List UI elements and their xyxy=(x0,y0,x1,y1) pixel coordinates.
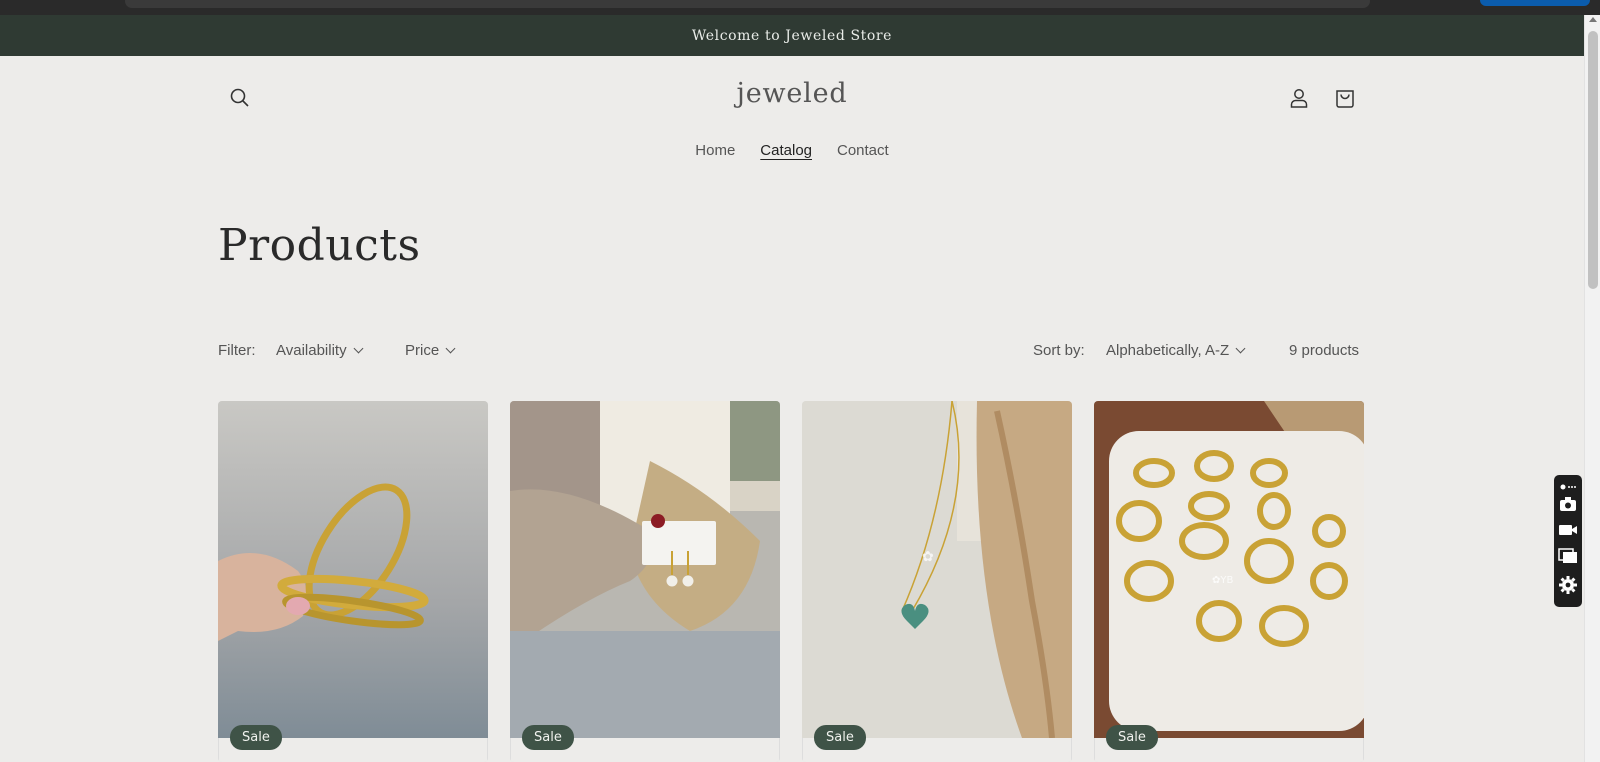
account-icon[interactable] xyxy=(1285,84,1313,112)
product-card[interactable]: ✿YB Sale xyxy=(1094,401,1364,762)
watermark xyxy=(700,608,900,688)
sale-badge: Sale xyxy=(814,725,866,750)
gear-icon[interactable] xyxy=(1558,575,1578,594)
sort-label-text: Sort by: xyxy=(1033,342,1085,359)
cart-icon[interactable] xyxy=(1331,84,1359,112)
price-filter-label: Price xyxy=(405,342,440,359)
filter-bar: Filter: Availability Price Sort by: Alph… xyxy=(218,342,1364,366)
product-count: 9 products xyxy=(1289,342,1359,359)
product-card[interactable]: Sale xyxy=(510,401,780,762)
chevron-down-icon xyxy=(445,343,456,354)
address-bar[interactable] xyxy=(125,0,1370,8)
page-scrollbar[interactable] xyxy=(1584,15,1600,762)
sort-select-value: Alphabetically, A-Z xyxy=(1106,342,1230,359)
filter-label-text: Filter: xyxy=(218,342,256,359)
windows-icon[interactable] xyxy=(1558,547,1578,565)
nav-item-catalog[interactable]: Catalog xyxy=(760,142,812,159)
svg-text:✿YB: ✿YB xyxy=(1212,575,1233,586)
svg-text:✿: ✿ xyxy=(922,549,934,565)
availability-filter-label: Availability xyxy=(276,342,347,359)
nav-item-contact[interactable]: Contact xyxy=(837,142,889,159)
chevron-down-icon xyxy=(353,343,364,354)
announcement-bar: Welcome to Jeweled Store xyxy=(0,15,1584,56)
price-filter[interactable]: Price xyxy=(405,342,456,359)
main-navigation: Home Catalog Contact xyxy=(0,142,1584,159)
page-title: Products xyxy=(218,220,421,271)
nav-item-home[interactable]: Home xyxy=(695,142,735,159)
browser-chrome xyxy=(0,0,1600,15)
product-count-text: 9 products xyxy=(1289,342,1360,359)
capture-toolbar xyxy=(1554,475,1582,607)
filter-label: Filter: xyxy=(218,342,256,359)
video-icon[interactable] xyxy=(1558,521,1578,539)
sale-badge: Sale xyxy=(522,725,574,750)
more-icon[interactable] xyxy=(1558,479,1578,490)
availability-filter[interactable]: Availability xyxy=(276,342,364,359)
product-image-bangles xyxy=(218,401,488,738)
sort-select[interactable]: Alphabetically, A-Z xyxy=(1106,342,1246,359)
camera-icon[interactable] xyxy=(1558,495,1578,513)
chevron-down-icon xyxy=(1235,343,1246,354)
browser-action-button[interactable] xyxy=(1480,0,1590,6)
sale-badge: Sale xyxy=(1106,725,1158,750)
announcement-text: Welcome to Jeweled Store xyxy=(691,27,893,44)
sort-label: Sort by: xyxy=(1033,342,1085,359)
product-image-rings: ✿YB xyxy=(1094,401,1364,738)
scrollbar-thumb[interactable] xyxy=(1588,31,1598,289)
sale-badge: Sale xyxy=(230,725,282,750)
product-card[interactable]: ✿ Sale xyxy=(802,401,1072,762)
scroll-up-icon[interactable] xyxy=(1589,17,1597,22)
product-card[interactable]: Sale xyxy=(218,401,488,762)
